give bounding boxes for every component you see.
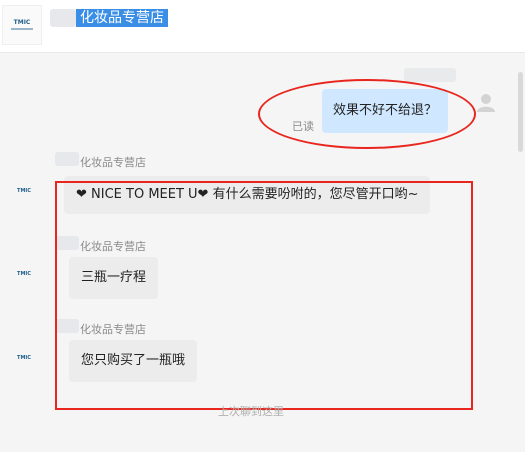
history-divider: 上次聊到这里 xyxy=(218,405,284,418)
scrollbar[interactable] xyxy=(518,72,523,152)
logo-text: TMIC xyxy=(13,19,31,26)
agent-avatar[interactable]: TMIC xyxy=(17,352,31,364)
agent-avatar[interactable]: TMIC xyxy=(17,268,31,280)
agent-avatar[interactable]: TMIC xyxy=(17,185,31,197)
blurred-shop-name-prefix xyxy=(50,9,76,27)
logo-underline xyxy=(11,28,33,30)
shop-logo[interactable]: TMIC xyxy=(2,5,42,45)
annotation-rectangle xyxy=(55,181,473,410)
user-avatar-icon[interactable] xyxy=(475,91,497,113)
annotation-ellipse xyxy=(258,79,476,149)
shop-title[interactable]: 化妆品专营店 xyxy=(76,9,168,27)
blurred-sender-prefix xyxy=(55,152,79,166)
blurred-timestamp xyxy=(404,68,456,82)
sender-name: 化妆品专营店 xyxy=(80,156,146,169)
chat-header: TMIC 化妆品专营店 xyxy=(0,0,525,53)
